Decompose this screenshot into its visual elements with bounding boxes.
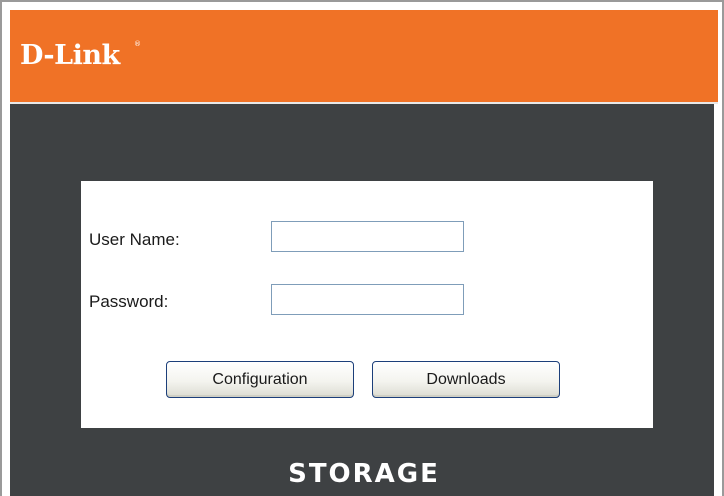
password-label: Password: <box>89 292 169 311</box>
left-border <box>2 2 10 496</box>
registered-mark: ® <box>134 40 141 48</box>
login-window: D-Link ® User Name: Password: Configurat… <box>0 0 724 496</box>
top-border <box>2 2 722 10</box>
password-input[interactable] <box>271 284 464 315</box>
header-bar: D-Link ® <box>10 10 718 104</box>
dlink-logo: D-Link <box>20 40 120 71</box>
username-input[interactable] <box>271 221 464 252</box>
username-label: User Name: <box>89 230 180 249</box>
login-panel: User Name: Password: Configuration Downl… <box>81 181 653 428</box>
configuration-button[interactable]: Configuration <box>166 361 354 398</box>
storage-label: STORAGE <box>288 459 440 489</box>
downloads-button[interactable]: Downloads <box>372 361 560 398</box>
